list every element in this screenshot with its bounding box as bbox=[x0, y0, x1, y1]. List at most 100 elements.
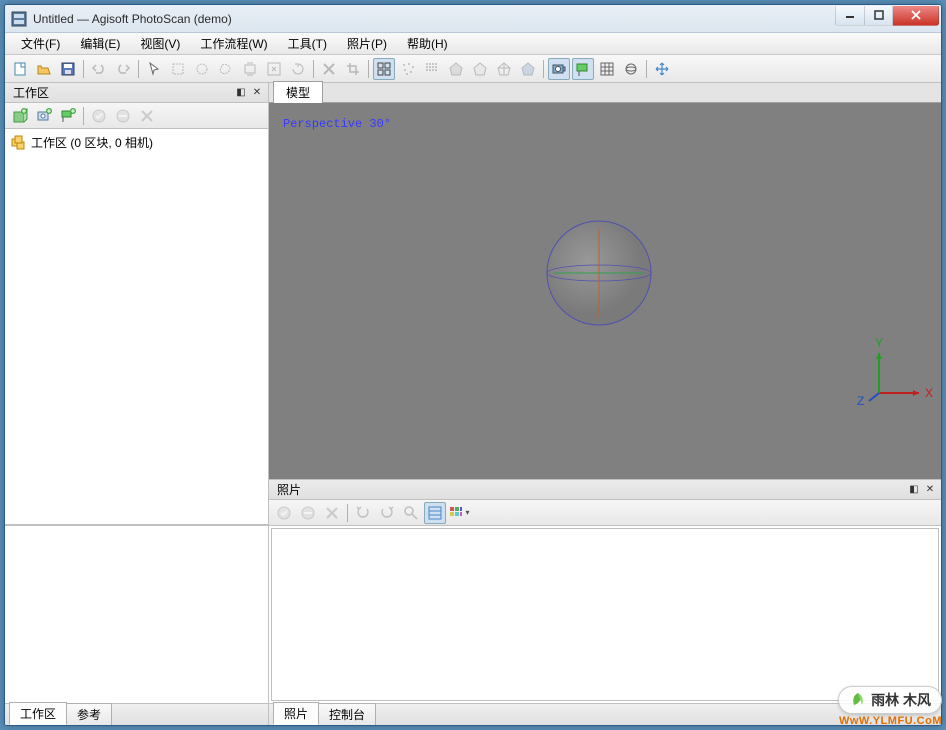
model-tab-bar: 模型 bbox=[269, 83, 941, 103]
toolbar-separator bbox=[543, 60, 544, 78]
right-column: 模型 Perspective 30° X bbox=[269, 83, 941, 725]
left-column: 工作区 ◧ ✕ 工作区 (0 区块, 0 相机) bbox=[5, 83, 269, 725]
tree-root-label: 工作区 (0 区块, 0 相机) bbox=[31, 134, 153, 151]
toolbar-separator bbox=[368, 60, 369, 78]
dense-cloud-button bbox=[421, 58, 443, 80]
show-grid-button[interactable] bbox=[596, 58, 618, 80]
thumbnails-button[interactable]: ▾ bbox=[448, 502, 470, 524]
textured-button bbox=[517, 58, 539, 80]
viewport-3d[interactable]: Perspective 30° X Y bbox=[269, 103, 941, 479]
details-button[interactable] bbox=[424, 502, 446, 524]
left-lower-panel: 工作区 参考 bbox=[5, 525, 268, 725]
disable-cameras-button bbox=[297, 502, 319, 524]
maximize-button[interactable] bbox=[865, 6, 893, 26]
axis-y-label: Y bbox=[875, 336, 883, 350]
wireframe-button bbox=[493, 58, 515, 80]
axis-x-label: X bbox=[925, 386, 933, 400]
show-aligned-cameras-button[interactable] bbox=[548, 58, 570, 80]
toolbar-separator bbox=[646, 60, 647, 78]
tree-root-item[interactable]: 工作区 (0 区块, 0 相机) bbox=[9, 133, 264, 152]
toolbar-separator bbox=[347, 504, 348, 522]
main-area: 工作区 ◧ ✕ 工作区 (0 区块, 0 相机) bbox=[5, 83, 941, 725]
watermark: 雨林 木风 WwW.YLMFU.CoM bbox=[838, 686, 942, 726]
rotate-right-button bbox=[376, 502, 398, 524]
tab-reference[interactable]: 参考 bbox=[66, 703, 112, 725]
reset-view-button[interactable] bbox=[651, 58, 673, 80]
show-markers-button[interactable] bbox=[572, 58, 594, 80]
workspace-panel-title: 工作区 bbox=[13, 84, 232, 101]
save-button[interactable] bbox=[57, 58, 79, 80]
new-button[interactable] bbox=[9, 58, 31, 80]
remove-cameras-button bbox=[321, 502, 343, 524]
tab-photos[interactable]: 照片 bbox=[273, 702, 319, 725]
enable-button bbox=[88, 105, 110, 127]
menubar: 文件(F) 编辑(E) 视图(V) 工作流程(W) 工具(T) 照片(P) 帮助… bbox=[5, 33, 941, 55]
circle-select-button bbox=[191, 58, 213, 80]
remove-button bbox=[136, 105, 158, 127]
app-icon bbox=[11, 11, 27, 27]
rotate-left-button bbox=[352, 502, 374, 524]
workspace-panel-header: 工作区 ◧ ✕ bbox=[5, 83, 268, 103]
disable-button bbox=[112, 105, 134, 127]
crop-button bbox=[342, 58, 364, 80]
freeform-select-button bbox=[215, 58, 237, 80]
solid-button bbox=[469, 58, 491, 80]
app-window: Untitled — Agisoft PhotoScan (demo) 文件(F… bbox=[4, 4, 942, 726]
shaded-button bbox=[445, 58, 467, 80]
open-button[interactable] bbox=[33, 58, 55, 80]
photos-panel-header: 照片 ◧ ✕ bbox=[269, 480, 941, 500]
toolbar-separator bbox=[313, 60, 314, 78]
viewport-canvas: X Y Z bbox=[269, 103, 941, 479]
tree-icon bbox=[11, 135, 27, 151]
delete-button bbox=[318, 58, 340, 80]
workspace-tree[interactable]: 工作区 (0 区块, 0 相机) bbox=[5, 129, 268, 525]
photos-list[interactable] bbox=[271, 528, 939, 701]
close-button[interactable] bbox=[893, 6, 939, 26]
left-lower-content bbox=[5, 525, 268, 703]
add-photos-button[interactable] bbox=[33, 105, 55, 127]
tab-workspace[interactable]: 工作区 bbox=[9, 702, 67, 725]
photos-panel-title: 照片 bbox=[277, 481, 905, 498]
menu-edit[interactable]: 编辑(E) bbox=[70, 33, 130, 54]
menu-view[interactable]: 视图(V) bbox=[130, 33, 190, 54]
toolbar-separator bbox=[83, 107, 84, 125]
main-toolbar bbox=[5, 55, 941, 83]
toolbar-separator bbox=[138, 60, 139, 78]
resize-region-button bbox=[263, 58, 285, 80]
watermark-url: WwW.YLMFU.CoM bbox=[838, 715, 942, 726]
titlebar: Untitled — Agisoft PhotoScan (demo) bbox=[5, 5, 941, 33]
menu-help[interactable]: 帮助(H) bbox=[397, 33, 458, 54]
show-trackball-button[interactable] bbox=[620, 58, 642, 80]
menu-photo[interactable]: 照片(P) bbox=[337, 33, 397, 54]
leaf-icon bbox=[849, 691, 867, 709]
close-panel-button[interactable]: ✕ bbox=[923, 483, 937, 497]
dock-toggle-button[interactable]: ◧ bbox=[907, 483, 921, 497]
photos-toolbar: ▾ bbox=[269, 500, 941, 526]
move-region-button bbox=[239, 58, 261, 80]
close-panel-button[interactable]: ✕ bbox=[250, 86, 264, 100]
add-marker-button[interactable] bbox=[57, 105, 79, 127]
dock-toggle-button[interactable]: ◧ bbox=[234, 86, 248, 100]
point-cloud-button bbox=[397, 58, 419, 80]
navigation-button[interactable] bbox=[143, 58, 165, 80]
menu-workflow[interactable]: 工作流程(W) bbox=[190, 33, 277, 54]
window-title: Untitled — Agisoft PhotoScan (demo) bbox=[33, 12, 835, 26]
left-bottom-tabs: 工作区 参考 bbox=[5, 703, 268, 725]
tab-console[interactable]: 控制台 bbox=[318, 703, 376, 725]
add-chunk-button[interactable] bbox=[9, 105, 31, 127]
find-button bbox=[400, 502, 422, 524]
undo-button bbox=[88, 58, 110, 80]
toolbar-separator bbox=[83, 60, 84, 78]
workspace-toolbar bbox=[5, 103, 268, 129]
tab-model[interactable]: 模型 bbox=[273, 81, 323, 103]
show-cameras-button[interactable] bbox=[373, 58, 395, 80]
redo-button bbox=[112, 58, 134, 80]
axis-z-label: Z bbox=[857, 394, 864, 408]
menu-tools[interactable]: 工具(T) bbox=[278, 33, 337, 54]
watermark-brand: 雨林 木风 bbox=[871, 690, 931, 710]
rect-select-button bbox=[167, 58, 189, 80]
rotate-region-button bbox=[287, 58, 309, 80]
menu-file[interactable]: 文件(F) bbox=[11, 33, 70, 54]
minimize-button[interactable] bbox=[835, 6, 865, 26]
enable-cameras-button bbox=[273, 502, 295, 524]
